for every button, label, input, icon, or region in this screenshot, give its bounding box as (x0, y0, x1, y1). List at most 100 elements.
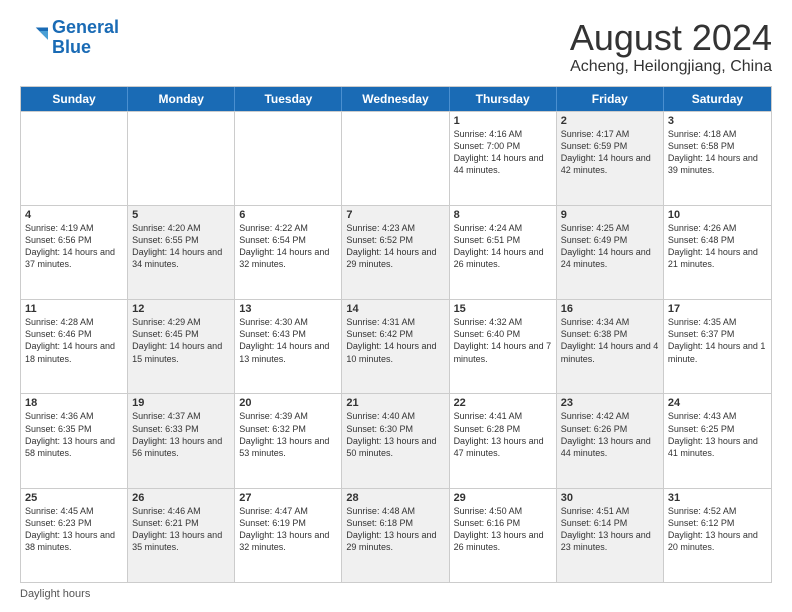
cal-cell: 25Sunrise: 4:45 AMSunset: 6:23 PMDayligh… (21, 489, 128, 582)
day-number: 24 (668, 397, 767, 409)
cell-info: Sunrise: 4:24 AMSunset: 6:51 PMDaylight:… (454, 222, 552, 271)
day-number: 6 (239, 209, 337, 221)
cal-row-2: 4Sunrise: 4:19 AMSunset: 6:56 PMDaylight… (21, 205, 771, 299)
calendar-header: SundayMondayTuesdayWednesdayThursdayFrid… (21, 87, 771, 111)
cell-info: Sunrise: 4:18 AMSunset: 6:58 PMDaylight:… (668, 128, 767, 177)
cal-cell (235, 112, 342, 205)
footer-note: Daylight hours (20, 588, 772, 600)
cal-cell: 31Sunrise: 4:52 AMSunset: 6:12 PMDayligh… (664, 489, 771, 582)
cal-cell: 22Sunrise: 4:41 AMSunset: 6:28 PMDayligh… (450, 394, 557, 487)
day-number: 1 (454, 115, 552, 127)
cal-cell: 3Sunrise: 4:18 AMSunset: 6:58 PMDaylight… (664, 112, 771, 205)
cal-cell: 26Sunrise: 4:46 AMSunset: 6:21 PMDayligh… (128, 489, 235, 582)
day-number: 22 (454, 397, 552, 409)
cal-cell: 16Sunrise: 4:34 AMSunset: 6:38 PMDayligh… (557, 300, 664, 393)
day-number: 31 (668, 492, 767, 504)
cell-info: Sunrise: 4:22 AMSunset: 6:54 PMDaylight:… (239, 222, 337, 271)
cal-cell: 5Sunrise: 4:20 AMSunset: 6:55 PMDaylight… (128, 206, 235, 299)
cal-cell: 9Sunrise: 4:25 AMSunset: 6:49 PMDaylight… (557, 206, 664, 299)
cal-cell (342, 112, 449, 205)
cell-info: Sunrise: 4:47 AMSunset: 6:19 PMDaylight:… (239, 505, 337, 554)
cell-info: Sunrise: 4:37 AMSunset: 6:33 PMDaylight:… (132, 410, 230, 459)
cal-cell: 29Sunrise: 4:50 AMSunset: 6:16 PMDayligh… (450, 489, 557, 582)
cell-info: Sunrise: 4:50 AMSunset: 6:16 PMDaylight:… (454, 505, 552, 554)
cell-info: Sunrise: 4:34 AMSunset: 6:38 PMDaylight:… (561, 316, 659, 365)
cell-info: Sunrise: 4:16 AMSunset: 7:00 PMDaylight:… (454, 128, 552, 177)
day-number: 2 (561, 115, 659, 127)
day-number: 20 (239, 397, 337, 409)
cell-info: Sunrise: 4:23 AMSunset: 6:52 PMDaylight:… (346, 222, 444, 271)
cell-info: Sunrise: 4:30 AMSunset: 6:43 PMDaylight:… (239, 316, 337, 365)
logo: General Blue (20, 18, 119, 58)
cell-info: Sunrise: 4:20 AMSunset: 6:55 PMDaylight:… (132, 222, 230, 271)
page: General Blue August 2024 Acheng, Heilong… (0, 0, 792, 612)
cal-cell: 14Sunrise: 4:31 AMSunset: 6:42 PMDayligh… (342, 300, 449, 393)
cal-cell: 20Sunrise: 4:39 AMSunset: 6:32 PMDayligh… (235, 394, 342, 487)
cal-cell: 15Sunrise: 4:32 AMSunset: 6:40 PMDayligh… (450, 300, 557, 393)
cal-cell: 7Sunrise: 4:23 AMSunset: 6:52 PMDaylight… (342, 206, 449, 299)
cal-cell: 12Sunrise: 4:29 AMSunset: 6:45 PMDayligh… (128, 300, 235, 393)
day-number: 17 (668, 303, 767, 315)
day-number: 11 (25, 303, 123, 315)
cell-info: Sunrise: 4:42 AMSunset: 6:26 PMDaylight:… (561, 410, 659, 459)
day-number: 14 (346, 303, 444, 315)
cell-info: Sunrise: 4:41 AMSunset: 6:28 PMDaylight:… (454, 410, 552, 459)
main-title: August 2024 (570, 18, 772, 58)
calendar-body: 1Sunrise: 4:16 AMSunset: 7:00 PMDaylight… (21, 111, 771, 582)
calendar: SundayMondayTuesdayWednesdayThursdayFrid… (20, 86, 772, 583)
header-day-wednesday: Wednesday (342, 87, 449, 111)
cell-info: Sunrise: 4:35 AMSunset: 6:37 PMDaylight:… (668, 316, 767, 365)
cal-cell: 10Sunrise: 4:26 AMSunset: 6:48 PMDayligh… (664, 206, 771, 299)
cal-row-3: 11Sunrise: 4:28 AMSunset: 6:46 PMDayligh… (21, 299, 771, 393)
cell-info: Sunrise: 4:29 AMSunset: 6:45 PMDaylight:… (132, 316, 230, 365)
cal-cell (21, 112, 128, 205)
day-number: 27 (239, 492, 337, 504)
day-number: 30 (561, 492, 659, 504)
day-number: 13 (239, 303, 337, 315)
cal-cell: 23Sunrise: 4:42 AMSunset: 6:26 PMDayligh… (557, 394, 664, 487)
cal-cell (128, 112, 235, 205)
day-number: 7 (346, 209, 444, 221)
cell-info: Sunrise: 4:45 AMSunset: 6:23 PMDaylight:… (25, 505, 123, 554)
cell-info: Sunrise: 4:31 AMSunset: 6:42 PMDaylight:… (346, 316, 444, 365)
day-number: 16 (561, 303, 659, 315)
logo-blue: Blue (52, 37, 91, 57)
day-number: 23 (561, 397, 659, 409)
cell-info: Sunrise: 4:43 AMSunset: 6:25 PMDaylight:… (668, 410, 767, 459)
logo-text: General Blue (52, 18, 119, 58)
day-number: 26 (132, 492, 230, 504)
cell-info: Sunrise: 4:39 AMSunset: 6:32 PMDaylight:… (239, 410, 337, 459)
header: General Blue August 2024 Acheng, Heilong… (20, 18, 772, 76)
cal-row-5: 25Sunrise: 4:45 AMSunset: 6:23 PMDayligh… (21, 488, 771, 582)
cal-cell: 11Sunrise: 4:28 AMSunset: 6:46 PMDayligh… (21, 300, 128, 393)
title-block: August 2024 Acheng, Heilongjiang, China (570, 18, 772, 76)
daylight-label: Daylight hours (20, 588, 90, 600)
cal-cell: 1Sunrise: 4:16 AMSunset: 7:00 PMDaylight… (450, 112, 557, 205)
day-number: 3 (668, 115, 767, 127)
subtitle: Acheng, Heilongjiang, China (570, 58, 772, 76)
day-number: 21 (346, 397, 444, 409)
day-number: 4 (25, 209, 123, 221)
day-number: 28 (346, 492, 444, 504)
cal-cell: 27Sunrise: 4:47 AMSunset: 6:19 PMDayligh… (235, 489, 342, 582)
cal-row-4: 18Sunrise: 4:36 AMSunset: 6:35 PMDayligh… (21, 393, 771, 487)
day-number: 10 (668, 209, 767, 221)
cell-info: Sunrise: 4:36 AMSunset: 6:35 PMDaylight:… (25, 410, 123, 459)
header-day-friday: Friday (557, 87, 664, 111)
header-day-tuesday: Tuesday (235, 87, 342, 111)
cal-cell: 2Sunrise: 4:17 AMSunset: 6:59 PMDaylight… (557, 112, 664, 205)
day-number: 19 (132, 397, 230, 409)
cal-cell: 28Sunrise: 4:48 AMSunset: 6:18 PMDayligh… (342, 489, 449, 582)
cal-cell: 8Sunrise: 4:24 AMSunset: 6:51 PMDaylight… (450, 206, 557, 299)
cal-cell: 19Sunrise: 4:37 AMSunset: 6:33 PMDayligh… (128, 394, 235, 487)
cell-info: Sunrise: 4:32 AMSunset: 6:40 PMDaylight:… (454, 316, 552, 365)
logo-general: General (52, 17, 119, 37)
cell-info: Sunrise: 4:51 AMSunset: 6:14 PMDaylight:… (561, 505, 659, 554)
header-day-thursday: Thursday (450, 87, 557, 111)
cell-info: Sunrise: 4:52 AMSunset: 6:12 PMDaylight:… (668, 505, 767, 554)
cal-cell: 4Sunrise: 4:19 AMSunset: 6:56 PMDaylight… (21, 206, 128, 299)
cal-cell: 13Sunrise: 4:30 AMSunset: 6:43 PMDayligh… (235, 300, 342, 393)
day-number: 25 (25, 492, 123, 504)
cal-cell: 17Sunrise: 4:35 AMSunset: 6:37 PMDayligh… (664, 300, 771, 393)
cell-info: Sunrise: 4:25 AMSunset: 6:49 PMDaylight:… (561, 222, 659, 271)
